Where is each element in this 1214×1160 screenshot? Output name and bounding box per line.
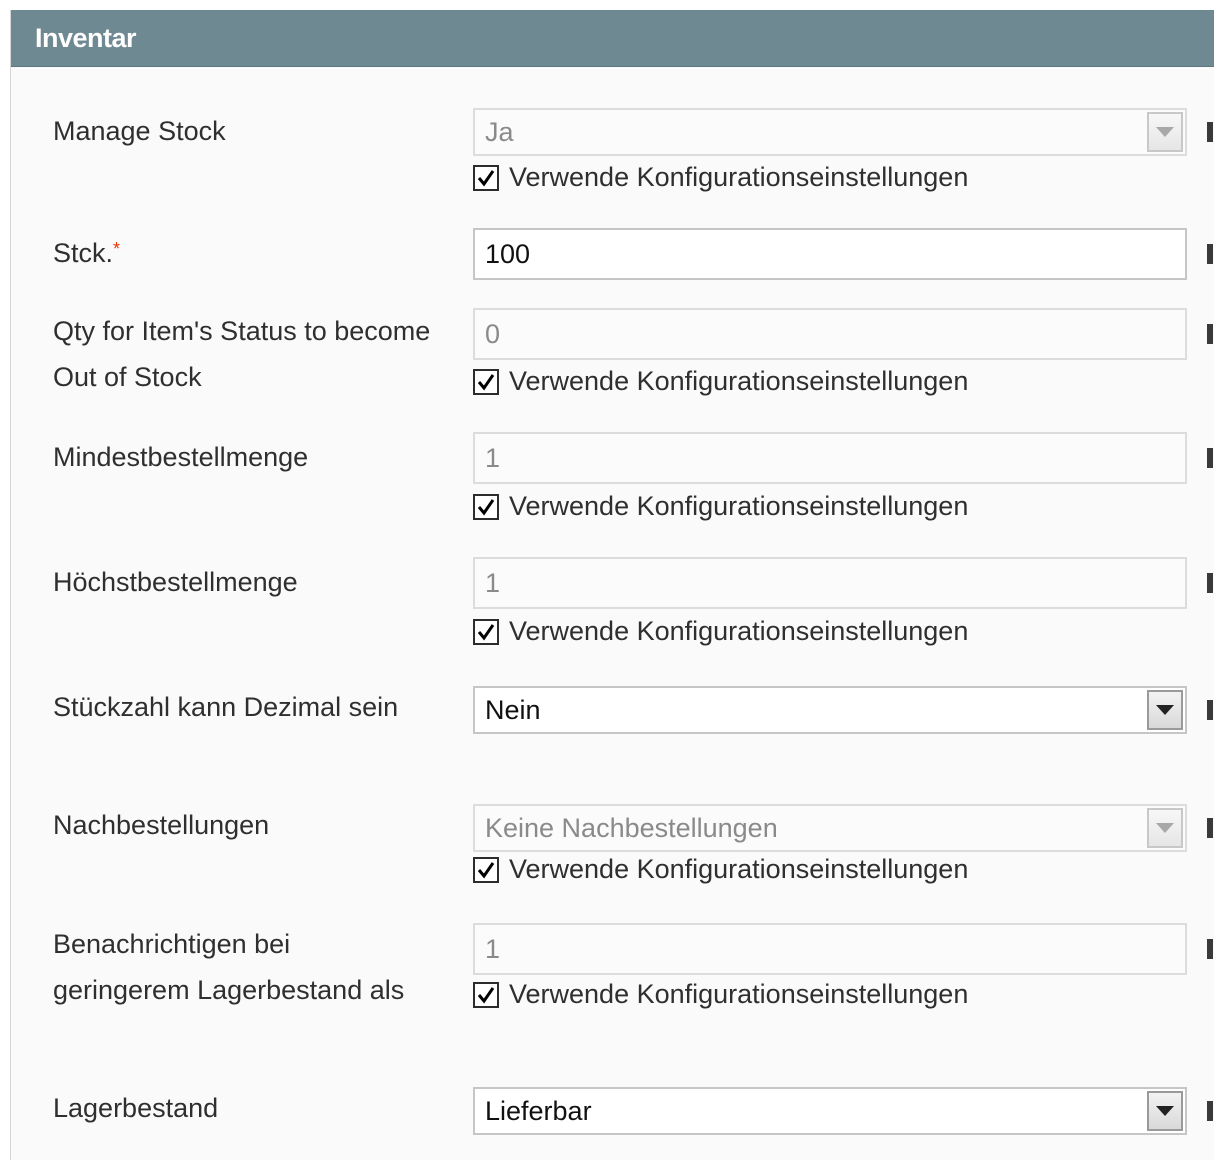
is-qty-decimal-label: Stückzahl kann Dezimal sein	[53, 692, 399, 722]
min-qty-input[interactable]: 0	[473, 308, 1187, 360]
qty-input[interactable]: 100	[473, 228, 1187, 280]
checkbox-checked-icon[interactable]	[473, 856, 499, 883]
stock-status-value: Lieferbar	[485, 1096, 592, 1126]
backorders-use-config[interactable]: Verwende Konfigurationseinstellungen	[473, 854, 968, 885]
notify-stock-qty-use-config[interactable]: Verwende Konfigurationseinstellungen	[473, 979, 968, 1010]
notify-stock-qty-label: Benachrichtigen bei geringerem Lagerbest…	[53, 929, 405, 1005]
backorders-value: Keine Nachbestellungen	[485, 813, 778, 843]
stock-status-label: Lagerbestand	[53, 1093, 219, 1123]
checkbox-checked-icon[interactable]	[473, 368, 499, 395]
use-config-label: Verwende Konfigurationseinstellungen	[509, 162, 969, 192]
panel-header: Inventar	[11, 10, 1214, 67]
qty-label: Stck.*	[53, 238, 121, 268]
is-qty-decimal-select[interactable]: Nein	[473, 686, 1187, 734]
notify-stock-qty-input[interactable]: 1	[473, 923, 1187, 975]
min-sale-qty-label: Mindestbestellmenge	[53, 442, 309, 472]
use-config-label: Verwende Konfigurationseinstellungen	[509, 366, 969, 396]
checkbox-checked-icon[interactable]	[473, 493, 499, 520]
min-qty-label: Qty for Item's Status to become Out of S…	[53, 316, 431, 392]
max-sale-qty-label: Höchstbestellmenge	[53, 567, 298, 597]
use-config-label: Verwende Konfigurationseinstellungen	[509, 979, 969, 1009]
chevron-down-icon[interactable]	[1147, 112, 1183, 152]
scope-marker	[1207, 448, 1213, 468]
chevron-down-icon[interactable]	[1147, 808, 1183, 848]
inventory-panel: Inventar Manage Stock Ja Verwende Konfig…	[10, 10, 1214, 1160]
scope-marker	[1207, 818, 1213, 838]
panel-title: Inventar	[35, 22, 137, 53]
use-config-label: Verwende Konfigurationseinstellungen	[509, 491, 969, 521]
max-sale-qty-input[interactable]: 1	[473, 557, 1187, 609]
chevron-down-icon[interactable]	[1147, 690, 1183, 730]
backorders-label: Nachbestellungen	[53, 810, 270, 840]
scope-marker	[1207, 939, 1213, 959]
stock-status-select[interactable]: Lieferbar	[473, 1087, 1187, 1135]
min-qty-use-config[interactable]: Verwende Konfigurationseinstellungen	[473, 366, 968, 397]
manage-stock-use-config[interactable]: Verwende Konfigurationseinstellungen	[473, 162, 968, 193]
manage-stock-label: Manage Stock	[53, 116, 226, 146]
checkbox-checked-icon[interactable]	[473, 618, 499, 645]
use-config-label: Verwende Konfigurationseinstellungen	[509, 854, 969, 884]
checkbox-checked-icon[interactable]	[473, 981, 499, 1008]
manage-stock-select[interactable]: Ja	[473, 108, 1187, 156]
scope-marker	[1207, 324, 1213, 344]
min-sale-qty-input[interactable]: 1	[473, 432, 1187, 484]
scope-marker	[1207, 244, 1213, 264]
checkbox-checked-icon[interactable]	[473, 164, 499, 191]
use-config-label: Verwende Konfigurationseinstellungen	[509, 616, 969, 646]
max-sale-qty-use-config[interactable]: Verwende Konfigurationseinstellungen	[473, 616, 968, 647]
manage-stock-value: Ja	[485, 117, 514, 147]
backorders-select[interactable]: Keine Nachbestellungen	[473, 804, 1187, 852]
scope-marker	[1207, 122, 1213, 142]
min-sale-qty-use-config[interactable]: Verwende Konfigurationseinstellungen	[473, 491, 968, 522]
is-qty-decimal-value: Nein	[485, 695, 541, 725]
scope-marker	[1207, 700, 1213, 720]
scope-marker	[1207, 573, 1213, 593]
chevron-down-icon[interactable]	[1147, 1091, 1183, 1131]
required-mark: *	[113, 239, 121, 259]
scope-marker	[1207, 1101, 1213, 1121]
